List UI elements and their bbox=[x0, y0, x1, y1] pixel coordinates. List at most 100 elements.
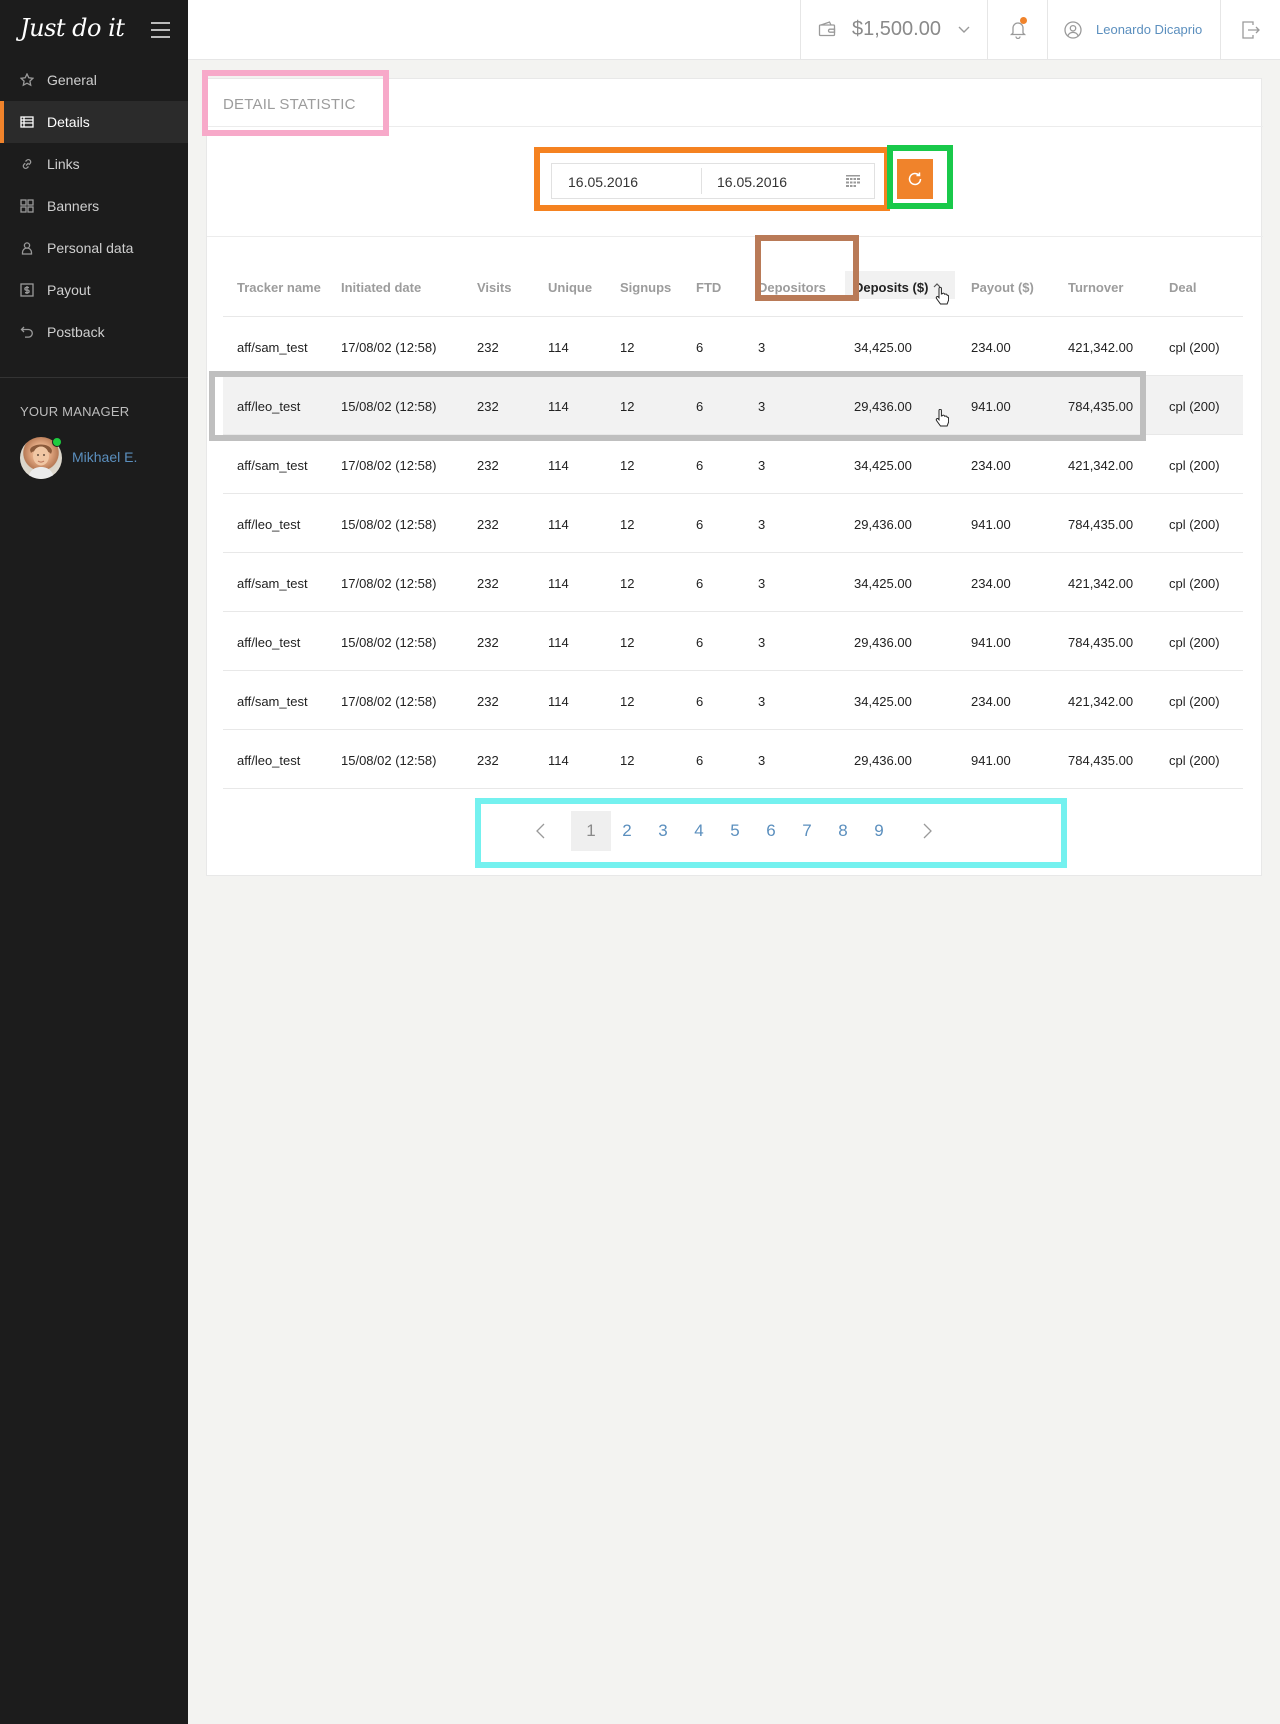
table-cell: 6 bbox=[696, 576, 704, 591]
page-button[interactable]: 9 bbox=[859, 811, 899, 851]
app-logo[interactable]: Just do it bbox=[20, 14, 125, 42]
sidebar-item-payout[interactable]: Payout bbox=[0, 269, 188, 311]
table-row[interactable]: aff/leo_test 15/08/02 (12:58) 232 114 12 6 3 29… bbox=[223, 612, 1243, 671]
table-cell: cpl (200) bbox=[1169, 576, 1220, 591]
sidebar-item-label: Personal data bbox=[47, 240, 134, 256]
sidebar-item-label: Banners bbox=[47, 198, 100, 214]
user-icon[interactable] bbox=[1064, 21, 1082, 39]
table-cell: 6 bbox=[696, 694, 704, 709]
table-cell: 6 bbox=[696, 458, 704, 473]
topbar-divider bbox=[987, 0, 988, 60]
table-cell: aff/sam_test bbox=[237, 340, 308, 355]
column-header[interactable]: Unique bbox=[548, 280, 592, 295]
column-header[interactable]: Payout ($) bbox=[971, 280, 1034, 295]
table-cell: 6 bbox=[696, 517, 704, 532]
balance-amount[interactable]: $1,500.00 bbox=[852, 18, 941, 41]
date-from-field[interactable]: 16.05.2016 bbox=[568, 174, 638, 190]
dollar-icon bbox=[20, 283, 34, 297]
prev-page-button[interactable] bbox=[521, 811, 561, 851]
column-header[interactable]: Turnover bbox=[1068, 280, 1123, 295]
sidebar-nav: General Details Links Banners Personal d… bbox=[0, 59, 188, 353]
table-cell: 17/08/02 (12:58) bbox=[341, 458, 437, 473]
page-button[interactable]: 1 bbox=[571, 811, 611, 851]
table-cell: 114 bbox=[548, 694, 569, 709]
menu-icon[interactable] bbox=[151, 22, 170, 38]
chevron-left-icon bbox=[536, 823, 545, 839]
date-range-picker[interactable]: 16.05.2016 16.05.2016 bbox=[551, 163, 875, 199]
row-highlight bbox=[209, 371, 1146, 441]
table-cell: 234.00 bbox=[971, 458, 1011, 473]
column-header[interactable]: Signups bbox=[620, 280, 671, 295]
sidebar-item-label: Postback bbox=[47, 324, 105, 340]
table-row[interactable]: aff/sam_test 17/08/02 (12:58) 232 114 12 6 3 34… bbox=[223, 553, 1243, 612]
table-cell: 3 bbox=[758, 458, 766, 473]
table-cell: cpl (200) bbox=[1169, 458, 1220, 473]
sidebar-item-banners[interactable]: Banners bbox=[0, 185, 188, 227]
table-cell: cpl (200) bbox=[1169, 517, 1220, 532]
sidebar-item-details[interactable]: Details bbox=[0, 101, 188, 143]
next-page-button[interactable] bbox=[907, 811, 947, 851]
table-cell: 6 bbox=[696, 340, 704, 355]
pagination: 1 2 3 4 5 6 7 8 9 bbox=[207, 811, 1263, 853]
table-cell: 15/08/02 (12:58) bbox=[341, 635, 437, 650]
table-row[interactable]: aff/sam_test 17/08/02 (12:58) 232 114 12 6 3 34… bbox=[223, 435, 1243, 494]
user-name-link[interactable]: Leonardo Dicaprio bbox=[1096, 22, 1202, 37]
table-cell: aff/sam_test bbox=[237, 694, 308, 709]
column-header[interactable]: Initiated date bbox=[341, 280, 421, 295]
page-button[interactable]: 2 bbox=[607, 811, 647, 851]
table-row[interactable]: aff/sam_test 17/08/02 (12:58) 232 114 12 6 3 34… bbox=[223, 317, 1243, 376]
column-header[interactable]: FTD bbox=[696, 280, 721, 295]
table-cell: cpl (200) bbox=[1169, 635, 1220, 650]
sidebar-item-links[interactable]: Links bbox=[0, 143, 188, 185]
page-button[interactable]: 6 bbox=[751, 811, 791, 851]
table-cell: 114 bbox=[548, 517, 569, 532]
hand-cursor-icon bbox=[935, 409, 949, 427]
sidebar-item-postback[interactable]: Postback bbox=[0, 311, 188, 353]
column-header-sorted[interactable]: Deposits ($) bbox=[854, 280, 928, 295]
table-cell: 421,342.00 bbox=[1068, 576, 1134, 591]
page-button[interactable]: 5 bbox=[715, 811, 755, 851]
table-row[interactable]: aff/leo_test 15/08/02 (12:58) 232 114 12 6 3 29… bbox=[223, 730, 1243, 789]
table-row[interactable]: aff/leo_test 15/08/02 (12:58) 232 114 12 6 3 29… bbox=[223, 494, 1243, 553]
table-cell: 3 bbox=[758, 517, 766, 532]
sidebar-item-personal-data[interactable]: Personal data bbox=[0, 227, 188, 269]
sidebar: Just do it General Details Links Banners… bbox=[0, 0, 188, 1724]
table-cell: aff/sam_test bbox=[237, 576, 308, 591]
table-cell: 784,435.00 bbox=[1068, 753, 1134, 768]
link-icon bbox=[20, 157, 34, 171]
table-cell: 784,435.00 bbox=[1068, 635, 1134, 650]
table-cell: 17/08/02 (12:58) bbox=[341, 576, 437, 591]
table-cell: 232 bbox=[477, 458, 499, 473]
chevron-down-icon[interactable] bbox=[958, 24, 970, 34]
page-button[interactable]: 3 bbox=[643, 811, 683, 851]
calendar-icon[interactable] bbox=[846, 174, 860, 188]
date-to-field[interactable]: 16.05.2016 bbox=[717, 174, 787, 190]
table-cell: 12 bbox=[620, 753, 635, 768]
sidebar-item-general[interactable]: General bbox=[0, 59, 188, 101]
table-cell: 421,342.00 bbox=[1068, 694, 1134, 709]
top-bar: $1,500.00 Leonardo Dicaprio bbox=[188, 0, 1280, 60]
table-header-row: Tracker name Initiated date Visits Uniqu… bbox=[223, 255, 1243, 317]
table-cell: 6 bbox=[696, 635, 704, 650]
star-icon bbox=[20, 73, 34, 87]
table-cell: 3 bbox=[758, 753, 766, 768]
table-cell: 232 bbox=[477, 517, 499, 532]
date-divider bbox=[701, 168, 702, 194]
table-cell: 941.00 bbox=[971, 753, 1011, 768]
column-header[interactable]: Visits bbox=[477, 280, 511, 295]
table-cell: 6 bbox=[696, 753, 704, 768]
page-button[interactable]: 8 bbox=[823, 811, 863, 851]
page-button[interactable]: 7 bbox=[787, 811, 827, 851]
table-cell: cpl (200) bbox=[1169, 340, 1220, 355]
table-cell: cpl (200) bbox=[1169, 694, 1220, 709]
column-header[interactable]: Deal bbox=[1169, 280, 1196, 295]
page-button[interactable]: 4 bbox=[679, 811, 719, 851]
table-row[interactable]: aff/sam_test 17/08/02 (12:58) 232 114 12 6 3 34… bbox=[223, 671, 1243, 730]
manager-name-link[interactable]: Mikhael E. bbox=[72, 449, 137, 465]
notification-dot bbox=[1020, 17, 1027, 24]
logout-icon[interactable] bbox=[1241, 20, 1261, 40]
refresh-button[interactable] bbox=[897, 159, 933, 199]
column-header[interactable]: Tracker name bbox=[237, 280, 321, 295]
table-cell: 941.00 bbox=[971, 635, 1011, 650]
table-cell: 784,435.00 bbox=[1068, 517, 1134, 532]
